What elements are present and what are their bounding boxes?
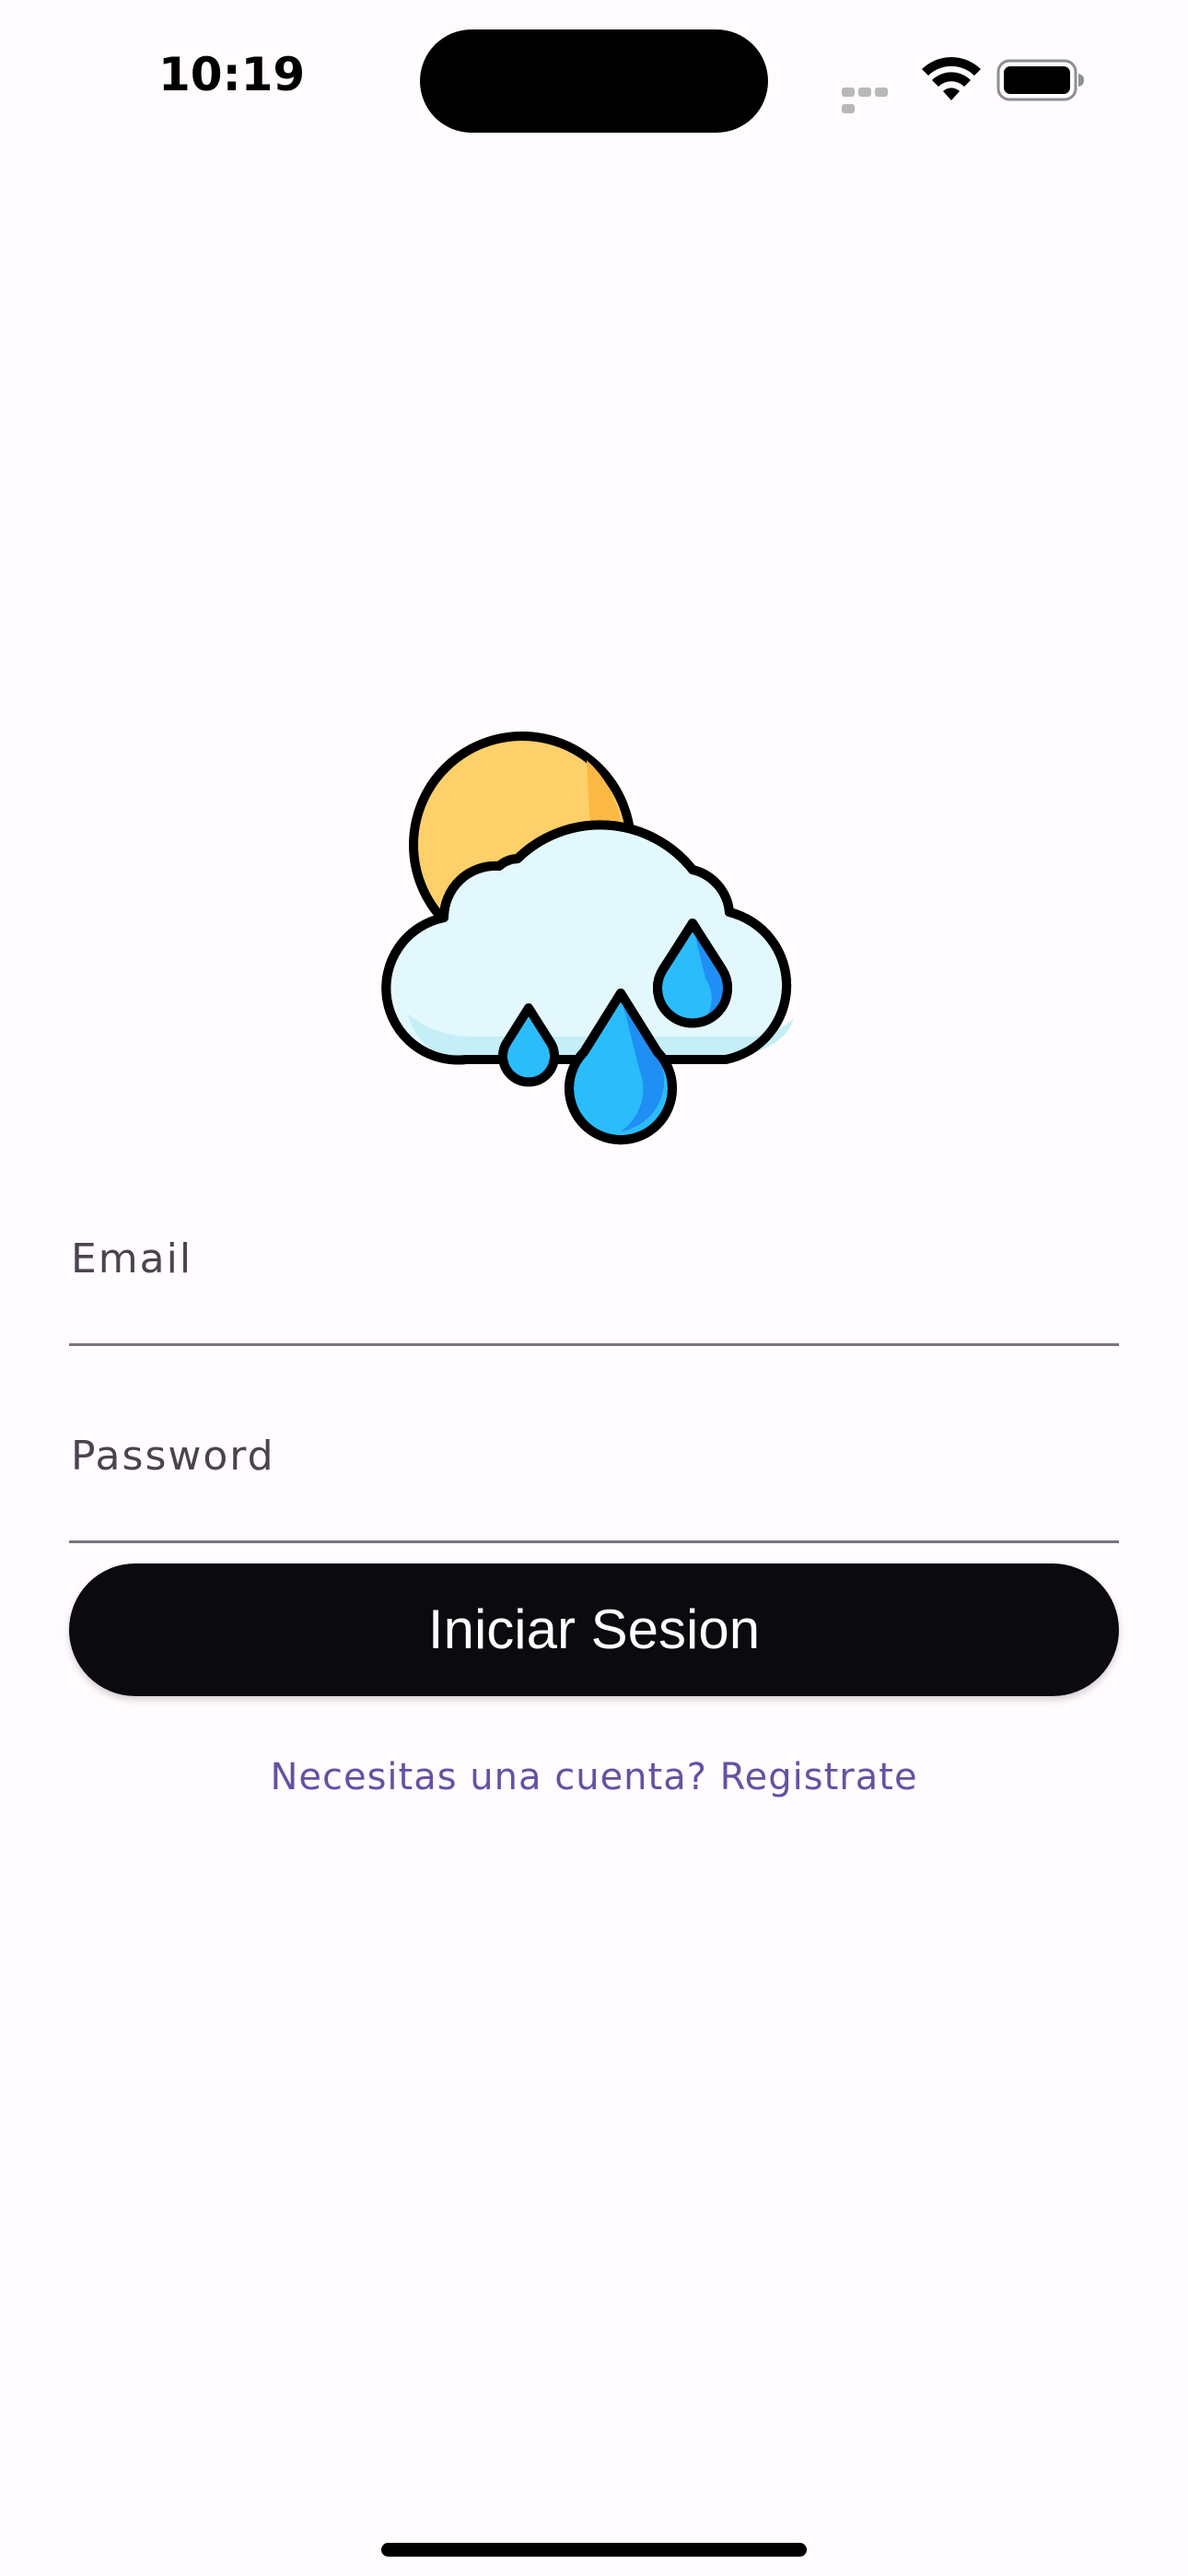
home-indicator[interactable] — [381, 2543, 807, 2557]
dynamic-island — [420, 29, 768, 133]
password-field[interactable]: Password — [69, 1411, 1123, 1543]
signal-icon — [842, 85, 906, 113]
email-field[interactable]: Email — [69, 1214, 1123, 1346]
email-input[interactable] — [69, 1214, 1123, 1345]
wifi-icon — [922, 57, 981, 100]
status-time: 10:19 — [158, 48, 306, 101]
password-input[interactable] — [69, 1411, 1123, 1542]
battery-icon — [996, 59, 1084, 101]
register-link[interactable]: Necesitas una cuenta? Registrate — [0, 1756, 1188, 1798]
status-bar: 10:19 — [0, 0, 1188, 147]
weather-rain-cloud-sun-icon — [381, 732, 794, 1145]
login-button[interactable]: Iniciar Sesion — [69, 1563, 1119, 1696]
